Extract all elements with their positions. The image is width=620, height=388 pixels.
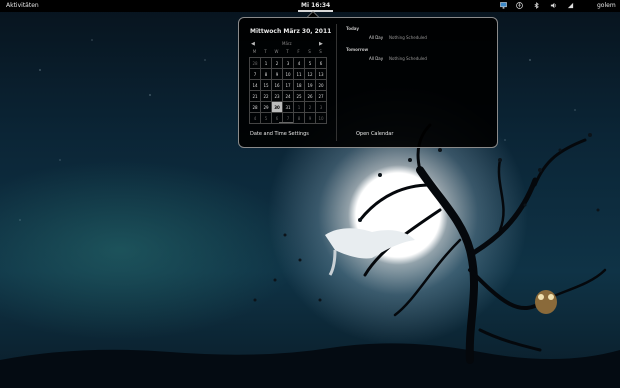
- calendar-day[interactable]: 12: [305, 69, 316, 80]
- bluetooth-icon[interactable]: [533, 2, 540, 9]
- calendar-day[interactable]: 21: [250, 91, 261, 102]
- calendar-day-today[interactable]: 30: [272, 102, 283, 113]
- weekday-label: S: [308, 49, 311, 54]
- calendar-day[interactable]: 9: [305, 113, 316, 124]
- leaves: [253, 133, 600, 302]
- weekday-label: W: [274, 49, 279, 54]
- calendar-day[interactable]: 8: [294, 113, 305, 124]
- calendar-day[interactable]: 15: [261, 80, 272, 91]
- weekday-label: F: [297, 49, 300, 54]
- calendar-day[interactable]: 27: [316, 91, 327, 102]
- weekday-label: T: [286, 49, 289, 54]
- calendar-day[interactable]: 1: [261, 58, 272, 69]
- calendar-day[interactable]: 17: [283, 80, 294, 91]
- calendar-day[interactable]: 9: [272, 69, 283, 80]
- separator: [279, 122, 293, 123]
- calendar-day[interactable]: 10: [283, 69, 294, 80]
- calendar-day[interactable]: 25: [294, 91, 305, 102]
- calendar-day[interactable]: 7: [250, 69, 261, 80]
- calendar-day[interactable]: 3: [316, 102, 327, 113]
- calendar-day[interactable]: 3: [283, 58, 294, 69]
- user-menu[interactable]: golem: [597, 2, 616, 9]
- calendar-day[interactable]: 13: [316, 69, 327, 80]
- calendar-grid: 28 1 2 3 4 5 6 7 8 9 10 11 12 13 14 15 16 17 18 19 20 21 22 23 2…: [249, 57, 327, 124]
- calendar-day[interactable]: 26: [305, 91, 316, 102]
- calendar-day[interactable]: 28: [250, 58, 261, 69]
- calendar-day[interactable]: 22: [261, 91, 272, 102]
- calendar-day[interactable]: 23: [272, 91, 283, 102]
- open-calendar-link[interactable]: Open Calendar: [356, 131, 393, 137]
- tomorrow-event-time: All Day: [369, 56, 384, 61]
- network-icon[interactable]: [567, 2, 574, 9]
- calendar-day[interactable]: 1: [294, 102, 305, 113]
- next-month-button[interactable]: ▶: [319, 41, 323, 47]
- calendar-popup: Mittwoch März 30, 2011 ◀ März ▶ MTWTFSS …: [238, 17, 498, 148]
- calendar-day[interactable]: 2: [305, 102, 316, 113]
- weekday-label: S: [319, 49, 322, 54]
- calendar-day[interactable]: 8: [261, 69, 272, 80]
- calendar-day[interactable]: 5: [261, 113, 272, 124]
- tomorrow-heading: Tomorrow: [346, 47, 369, 52]
- calendar-day[interactable]: 2: [272, 58, 283, 69]
- display-icon[interactable]: [500, 2, 507, 9]
- calendar-day[interactable]: 14: [250, 80, 261, 91]
- date-heading: Mittwoch März 30, 2011: [250, 28, 332, 35]
- calendar-day[interactable]: 5: [305, 58, 316, 69]
- weekday-label: T: [264, 49, 267, 54]
- calendar-day[interactable]: 10: [316, 113, 327, 124]
- popup-divider: [336, 24, 337, 141]
- calendar-day[interactable]: 6: [316, 58, 327, 69]
- today-event-text: Nothing Scheduled: [389, 35, 427, 40]
- tomorrow-event-text: Nothing Scheduled: [389, 56, 427, 61]
- calendar-day[interactable]: 29: [261, 102, 272, 113]
- weekday-label: M: [252, 49, 257, 54]
- owl-illustration: [535, 290, 557, 314]
- weekday-header: MTWTFSS: [249, 49, 326, 54]
- date-time-settings-link[interactable]: Date and Time Settings: [250, 131, 309, 137]
- volume-icon[interactable]: [550, 2, 557, 9]
- calendar-day[interactable]: 4: [294, 58, 305, 69]
- calendar-day[interactable]: 11: [294, 69, 305, 80]
- calendar-day[interactable]: 20: [316, 80, 327, 91]
- activities-button[interactable]: Aktivitäten: [6, 2, 39, 9]
- calendar-day[interactable]: 18: [294, 80, 305, 91]
- month-label: März: [282, 41, 292, 46]
- calendar-day[interactable]: 4: [250, 113, 261, 124]
- prev-month-button[interactable]: ◀: [251, 41, 255, 47]
- today-heading: Today: [346, 26, 359, 31]
- calendar-day[interactable]: 19: [305, 80, 316, 91]
- accessibility-icon[interactable]: [516, 2, 523, 9]
- calendar-day[interactable]: 28: [250, 102, 261, 113]
- calendar-day[interactable]: 16: [272, 80, 283, 91]
- calendar-day[interactable]: 31: [283, 102, 294, 113]
- calendar-day[interactable]: 24: [283, 91, 294, 102]
- today-event-time: All Day: [369, 35, 384, 40]
- hills: [0, 343, 620, 388]
